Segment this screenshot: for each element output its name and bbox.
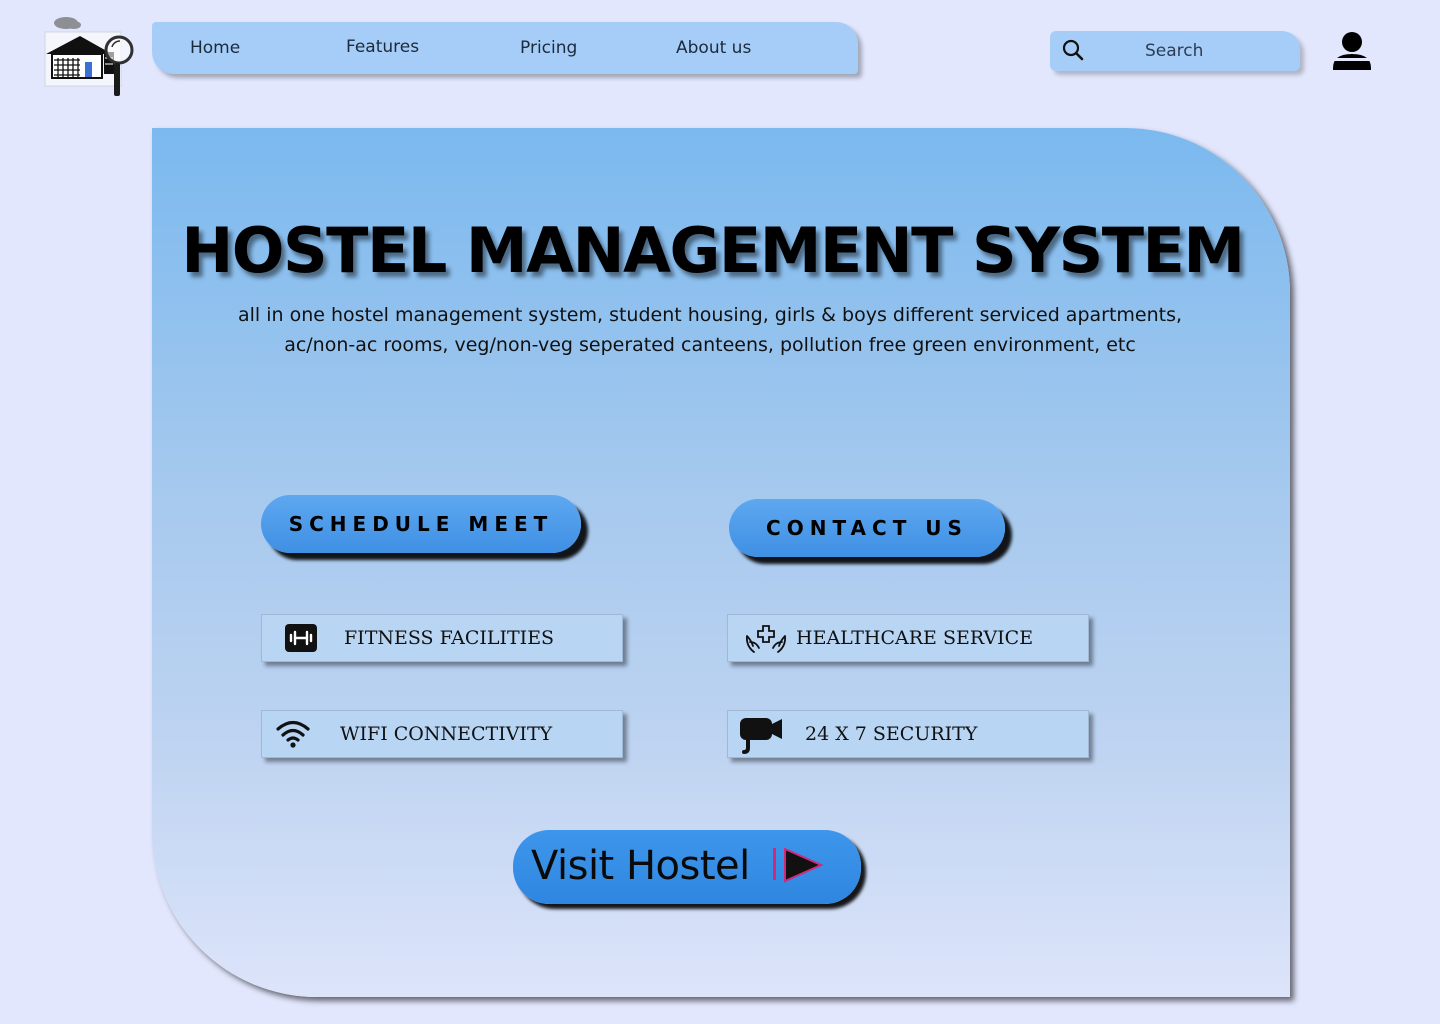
schedule-meet-button[interactable]: SCHEDULE MEET xyxy=(261,495,581,553)
wifi-icon xyxy=(276,720,310,748)
feature-security[interactable]: 24 X 7 SECURITY xyxy=(727,710,1089,758)
feature-fitness-label: FITNESS FACILITIES xyxy=(344,627,555,649)
feature-healthcare[interactable]: HEALTHCARE SERVICE xyxy=(727,614,1089,662)
visit-hostel-button[interactable]: Visit Hostel xyxy=(513,830,861,904)
nav-about-us[interactable]: About us xyxy=(676,38,751,58)
dumbbell-icon xyxy=(285,624,317,652)
main-nav: Home Features Pricing About us xyxy=(152,22,858,74)
feature-wifi[interactable]: WIFI CONNECTIVITY xyxy=(261,710,623,758)
nav-pricing[interactable]: Pricing xyxy=(520,38,577,58)
hostel-logo-icon[interactable] xyxy=(40,14,140,100)
nav-features[interactable]: Features xyxy=(346,37,419,57)
contact-us-button[interactable]: CONTACT US xyxy=(729,499,1005,557)
feature-wifi-label: WIFI CONNECTIVITY xyxy=(340,723,553,745)
hero-subtitle: all in one hostel management system, stu… xyxy=(237,304,1183,356)
healthcare-hands-icon xyxy=(745,625,787,653)
feature-security-label: 24 X 7 SECURITY xyxy=(805,723,978,745)
play-arrow-icon xyxy=(773,847,824,883)
search-bar[interactable]: Search xyxy=(1050,31,1300,71)
user-account-icon[interactable] xyxy=(1330,30,1374,74)
search-icon xyxy=(1062,39,1084,61)
search-placeholder: Search xyxy=(1145,41,1204,61)
visit-hostel-label: Visit Hostel xyxy=(531,843,750,889)
feature-healthcare-label: HEALTHCARE SERVICE xyxy=(796,627,1034,649)
page-title: HOSTEL MANAGEMENT SYSTEM xyxy=(181,214,1245,287)
nav-home[interactable]: Home xyxy=(190,38,240,58)
feature-fitness[interactable]: FITNESS FACILITIES xyxy=(261,614,623,662)
security-camera-icon xyxy=(740,718,782,754)
